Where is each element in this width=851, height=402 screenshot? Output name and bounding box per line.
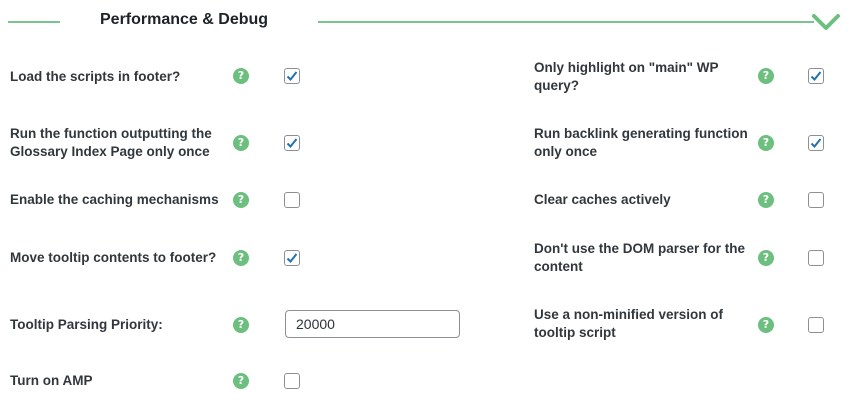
option-label-glossary-index-once: Run the function outputting the Glossary… (10, 126, 212, 159)
option-label-non-minified-tooltip: Use a non-minified version of tooltip sc… (534, 307, 724, 340)
checkmark-icon (286, 253, 298, 263)
option-label-turn-on-amp: Turn on AMP (10, 373, 93, 388)
checkmark-icon (286, 138, 298, 148)
help-icon[interactable]: ? (233, 373, 249, 389)
help-icon[interactable]: ? (758, 135, 774, 151)
help-icon[interactable]: ? (758, 68, 774, 84)
checkbox-turn-on-amp[interactable] (284, 373, 300, 389)
option-label-highlight-main-query: Only highlight on "main" WP query? (534, 60, 719, 93)
help-icon[interactable]: ? (758, 192, 774, 208)
option-label-clear-caches: Clear caches actively (534, 192, 671, 207)
checkmark-icon (286, 71, 298, 81)
checkbox-backlink-once[interactable] (808, 135, 824, 151)
checkbox-load-scripts-footer[interactable] (284, 68, 300, 84)
help-icon[interactable]: ? (233, 250, 249, 266)
checkmark-icon (810, 138, 822, 148)
section-header: Performance & Debug (0, 0, 851, 44)
checkbox-tooltip-footer[interactable] (284, 250, 300, 266)
section-title: Performance & Debug (100, 11, 269, 28)
checkbox-enable-caching[interactable] (284, 192, 300, 208)
checkbox-clear-caches[interactable] (808, 192, 824, 208)
checkbox-non-minified-tooltip[interactable] (808, 317, 824, 333)
option-label-enable-caching: Enable the caching mechanisms (10, 192, 219, 207)
checkbox-glossary-index-once[interactable] (284, 135, 300, 151)
header-divider-left (8, 21, 60, 23)
option-label-tooltip-footer: Move tooltip contents to footer? (10, 250, 217, 265)
help-icon[interactable]: ? (233, 68, 249, 84)
tooltip-priority-input[interactable] (285, 310, 460, 338)
option-label-no-dom-parser: Don't use the DOM parser for the content (534, 241, 745, 274)
checkbox-no-dom-parser[interactable] (808, 250, 824, 266)
help-icon[interactable]: ? (758, 250, 774, 266)
option-label-load-scripts-footer: Load the scripts in footer? (10, 69, 181, 84)
option-label-tooltip-priority: Tooltip Parsing Priority: (10, 317, 163, 332)
help-icon[interactable]: ? (233, 317, 249, 333)
checkbox-highlight-main-query[interactable] (808, 68, 824, 84)
checkmark-icon (810, 71, 822, 81)
help-icon[interactable]: ? (758, 317, 774, 333)
option-label-backlink-once: Run backlink generating function only on… (534, 126, 748, 159)
chevron-down-icon[interactable] (806, 7, 846, 37)
help-icon[interactable]: ? (233, 135, 249, 151)
header-divider-right (318, 21, 814, 23)
help-icon[interactable]: ? (233, 192, 249, 208)
